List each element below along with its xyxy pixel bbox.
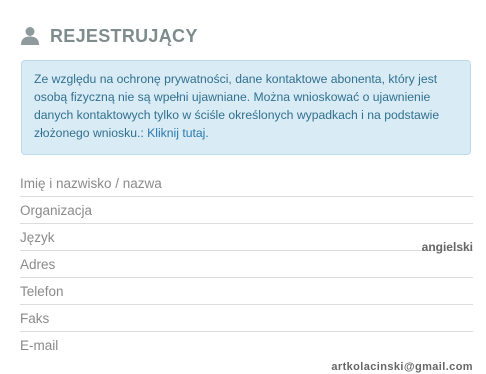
field-label-address: Adres	[20, 257, 56, 272]
field-label-email: E-mail	[20, 338, 59, 353]
notice-link[interactable]: Kliknij tutaj.	[147, 126, 209, 140]
field-label-language: Język	[20, 230, 55, 245]
privacy-notice-text: Ze względu na ochronę prywatności, dane …	[34, 72, 440, 140]
field-row-fax: Faks	[20, 305, 473, 332]
field-row-address: Adres	[20, 251, 473, 278]
field-label-phone: Telefon	[20, 284, 64, 299]
field-label-organization: Organizacja	[20, 203, 93, 218]
field-label-fax: Faks	[20, 311, 50, 326]
field-value-email: artkolacinski@gmail.com	[331, 361, 473, 373]
registrant-panel: REJESTRUJĄCY Ze względu na ochronę prywa…	[0, 0, 486, 374]
section-title: REJESTRUJĄCY	[50, 25, 198, 46]
field-row-organization: Organizacja	[20, 197, 473, 224]
field-label-name: Imię i nazwisko / nazwa	[20, 176, 162, 191]
field-row-phone: Telefon	[20, 278, 473, 305]
field-row-language: Język angielski	[20, 224, 473, 254]
user-icon	[20, 26, 40, 46]
field-row-email: E-mail	[20, 332, 473, 359]
section-header: REJESTRUJĄCY	[20, 22, 198, 50]
field-row-name: Imię i nazwisko / nazwa	[20, 170, 473, 197]
privacy-notice: Ze względu na ochronę prywatności, dane …	[21, 60, 471, 155]
contact-details: Imię i nazwisko / nazwa Organizacja Języ…	[20, 170, 473, 373]
